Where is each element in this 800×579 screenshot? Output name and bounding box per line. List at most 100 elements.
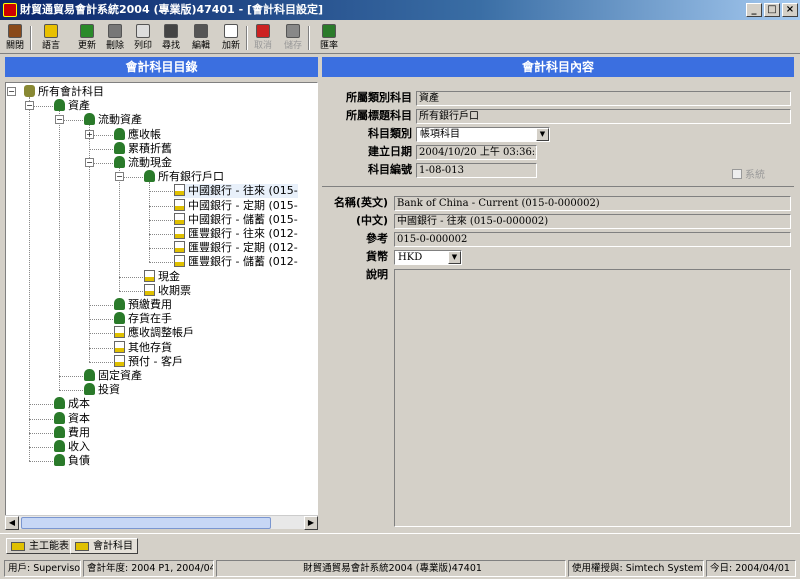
chevron-down-icon[interactable]: ▼ <box>448 251 461 264</box>
close-button[interactable]: × <box>782 3 798 17</box>
collapse-icon[interactable]: − <box>85 158 94 167</box>
system-checkbox[interactable]: 系統 <box>732 166 765 181</box>
tree-icon <box>84 383 95 396</box>
tree-node[interactable]: 資本 <box>54 411 90 426</box>
tree-node[interactable]: 預繳費用 <box>114 298 172 312</box>
toolbar-button-cancel[interactable]: 取消 <box>252 24 274 52</box>
tree-horizontal-scrollbar[interactable]: ◀ ▶ <box>5 515 318 530</box>
tree-node-label: 應收帳 <box>128 127 161 141</box>
tree-icon <box>54 425 65 438</box>
currency-select[interactable]: HKD ▼ <box>394 250 462 265</box>
tree-node[interactable]: 匯豐銀行 - 定期 (012- <box>174 241 298 255</box>
tree-node-label: 中國銀行 - 往來 (015- <box>188 184 298 198</box>
tree-node[interactable]: 中國銀行 - 定期 (015- <box>174 198 298 213</box>
toolbar-button-print[interactable]: 列印 <box>132 24 154 52</box>
tree-node[interactable]: 投資 <box>84 383 120 397</box>
tree-node[interactable]: 應收帳 <box>114 127 161 142</box>
tree-icon <box>54 397 65 410</box>
scroll-right-icon[interactable]: ▶ <box>304 516 318 530</box>
window-title: 財貿通貿易會計系統2004 (專業版)47401 - [會計科目設定] <box>20 3 324 16</box>
tree-node[interactable]: 流動資產 <box>84 113 142 127</box>
save-icon <box>286 24 300 38</box>
tree-node[interactable]: 所有銀行戶口 <box>144 170 224 184</box>
tree-node[interactable]: 累積折舊 <box>114 141 172 156</box>
tree-connector <box>119 290 147 292</box>
tree-connector <box>89 347 117 349</box>
right-panel-title: 會計科目內容 <box>322 57 794 77</box>
toolbar-button-exchange-rate[interactable]: 匯率 <box>318 24 340 52</box>
type-select[interactable]: 帳項科目 ▼ <box>416 127 550 142</box>
toolbar-button-delete[interactable]: 刪除 <box>104 24 126 52</box>
toolbar-button-refresh[interactable]: 更新 <box>76 24 98 52</box>
name-en-field[interactable]: Bank of China - Current (015-0-000002) <box>394 196 791 211</box>
doc-icon <box>174 241 185 254</box>
tree-connector <box>29 97 30 462</box>
tree-node-label: 預繳費用 <box>128 298 172 311</box>
status-period: 會計年度: 2004 P1, 2004/04/01 <box>83 560 214 577</box>
minimize-button[interactable]: _ <box>746 3 762 17</box>
name-en-label: 名稱(英文) <box>333 196 388 209</box>
tree-node[interactable]: 匯豐銀行 - 往來 (012- <box>174 227 298 241</box>
tree-node[interactable]: 流動現金 <box>114 156 172 170</box>
collapse-icon[interactable]: − <box>115 172 124 182</box>
scroll-left-icon[interactable]: ◀ <box>5 516 19 530</box>
tree-node[interactable]: 現金 <box>144 269 180 284</box>
tree-connector <box>29 447 57 448</box>
tree-node[interactable]: 費用 <box>54 425 90 440</box>
collapse-icon[interactable]: − <box>7 87 16 96</box>
tree-node[interactable]: 收期票 <box>144 283 191 298</box>
tree-node[interactable]: 中國銀行 - 儲蓄 (015- <box>174 212 298 227</box>
find-icon <box>164 24 178 38</box>
tab-accounts[interactable]: 會計科目 <box>70 538 138 554</box>
tree-node[interactable]: 負債 <box>54 454 90 468</box>
maximize-button[interactable]: □ <box>764 3 780 17</box>
collapse-icon[interactable]: − <box>25 101 34 111</box>
tree-node[interactable]: 成本 <box>54 397 90 411</box>
tree-node[interactable]: 其他存貨 <box>114 340 172 355</box>
chevron-down-icon[interactable]: ▼ <box>536 128 549 141</box>
tree-connector <box>89 148 117 150</box>
toolbar-button-new[interactable]: 加新 <box>220 24 242 52</box>
toolbar-button-language[interactable]: 語言 <box>40 24 62 52</box>
type-select-value: 帳項科目 <box>420 129 460 140</box>
app-icon[interactable] <box>3 3 17 17</box>
created-field: 2004/10/20 上午 03:36:22 <box>416 145 537 160</box>
name-zh-field[interactable]: 中國銀行 - 往來 (015-0-000002) <box>394 214 791 229</box>
scroll-thumb[interactable] <box>21 517 271 529</box>
toolbar-button-save[interactable]: 儲存 <box>282 24 304 52</box>
collapse-icon[interactable]: − <box>55 115 64 125</box>
doc-icon <box>114 354 125 367</box>
toolbar-button-edit[interactable]: 編輯 <box>190 24 212 52</box>
tree-node[interactable]: 收入 <box>54 440 90 454</box>
cancel-icon <box>256 24 270 38</box>
description-textarea[interactable] <box>394 269 791 527</box>
tab-main-menu[interactable]: 主工能表 <box>6 538 74 554</box>
checkbox-icon <box>732 169 742 179</box>
doc-icon <box>114 326 125 339</box>
doc-icon <box>174 198 185 211</box>
doc-icon <box>144 283 155 296</box>
type-label: 科目類別 <box>368 127 412 140</box>
tree-node[interactable]: 預付 - 客戶 <box>114 354 183 369</box>
toolbar-button-label: 尋找 <box>161 41 180 51</box>
tree-connector <box>119 168 120 291</box>
tree-node[interactable]: 所有會計科目 <box>24 85 104 99</box>
tree-icon <box>114 298 125 310</box>
currency-label: 貨幣 <box>366 250 388 263</box>
tree-node[interactable]: 匯豐銀行 - 儲蓄 (012- <box>174 255 298 269</box>
tree-connector <box>89 333 117 335</box>
toolbar-button-exit[interactable]: 關閉 <box>4 24 26 52</box>
tree-connector <box>29 461 57 463</box>
account-tree[interactable]: − 所有會計科目 − 資產 − 流動資產 + 應收帳 累積折舊 − 流動現金 − 所有銀行戶口 中國銀行 … <box>5 82 318 529</box>
tree-node[interactable]: 固定資產 <box>84 369 142 383</box>
toolbar-button-find[interactable]: 尋找 <box>160 24 182 52</box>
expand-icon[interactable]: + <box>85 129 94 139</box>
tree-node-label: 流動現金 <box>128 156 172 169</box>
tree-node[interactable]: 存貨在手 <box>114 312 172 326</box>
toolbar-button-label: 加新 <box>221 41 240 51</box>
tree-node[interactable]: 資產 <box>54 99 90 113</box>
tree-node[interactable]: 中國銀行 - 往來 (015- <box>174 184 298 199</box>
tree-node[interactable]: 應收調整帳戶 <box>114 326 194 340</box>
ref-field[interactable]: 015-0-000002 <box>394 232 791 247</box>
currency-select-value: HKD <box>398 252 423 263</box>
